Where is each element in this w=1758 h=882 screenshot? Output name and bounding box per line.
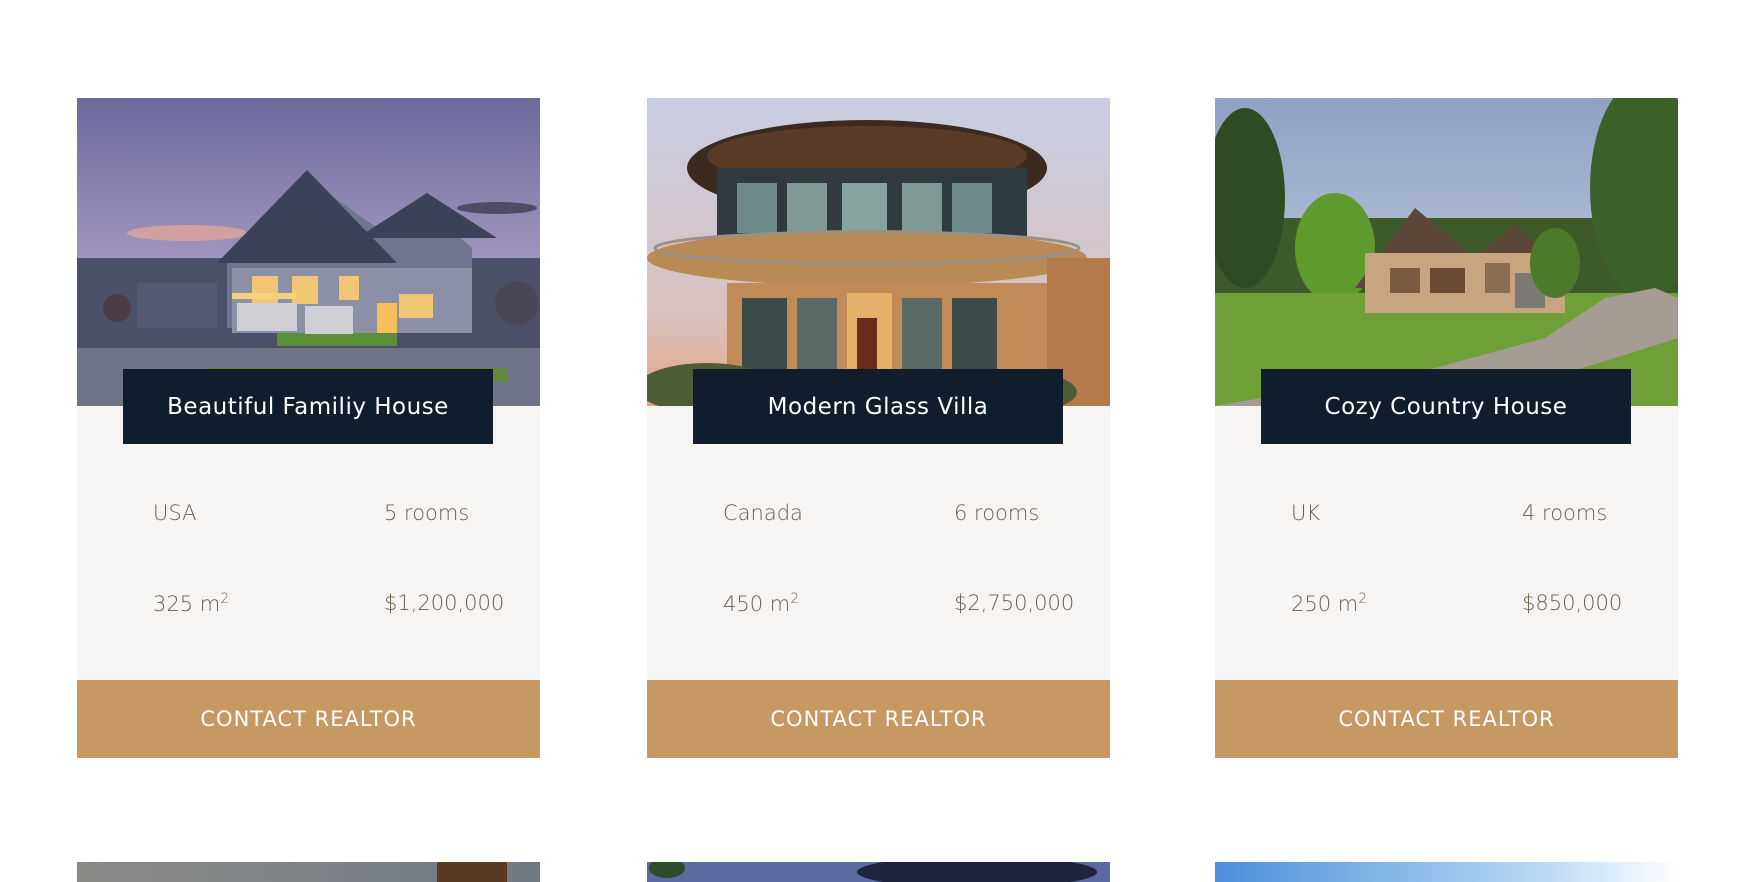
property-rooms: 6 rooms <box>954 501 1040 525</box>
property-area: 450 m2 <box>723 591 799 616</box>
property-photo-country-house <box>1215 98 1678 406</box>
property-country: Canada <box>723 501 803 525</box>
contact-realtor-button[interactable]: CONTACT REALTOR <box>77 680 540 758</box>
property-photo-glass-villa <box>647 98 1110 406</box>
property-photo-next-row <box>647 862 1110 882</box>
property-area: 325 m2 <box>153 591 229 616</box>
property-area-unit-exponent: 2 <box>1358 591 1368 607</box>
property-price: $2,750,000 <box>954 591 1075 615</box>
property-country: USA <box>153 501 197 525</box>
property-rooms: 5 rooms <box>384 501 470 525</box>
property-area-unit-exponent: 2 <box>790 591 800 607</box>
property-area-value: 325 m <box>153 592 221 616</box>
property-area-value: 250 m <box>1291 592 1359 616</box>
property-price: $850,000 <box>1522 591 1623 615</box>
contact-realtor-button[interactable]: CONTACT REALTOR <box>647 680 1110 758</box>
property-rooms: 4 rooms <box>1522 501 1608 525</box>
contact-realtor-button[interactable]: CONTACT REALTOR <box>1215 680 1678 758</box>
property-title: Beautiful Familiy House <box>123 369 493 444</box>
property-listing-page: Beautiful Familiy House USA 5 rooms 325 … <box>0 0 1758 882</box>
property-card: Cozy Country House UK 4 rooms 250 m2 $85… <box>1215 98 1678 758</box>
property-photo-next-row <box>77 862 540 882</box>
property-title: Modern Glass Villa <box>693 369 1063 444</box>
property-title: Cozy Country House <box>1261 369 1631 444</box>
property-price: $1,200,000 <box>384 591 505 615</box>
property-photo-family-house <box>77 98 540 406</box>
property-area: 250 m2 <box>1291 591 1367 616</box>
property-card: Modern Glass Villa Canada 6 rooms 450 m2… <box>647 98 1110 758</box>
property-card: Beautiful Familiy House USA 5 rooms 325 … <box>77 98 540 758</box>
property-photo-next-row <box>1215 862 1678 882</box>
property-country: UK <box>1291 501 1321 525</box>
property-area-value: 450 m <box>723 592 791 616</box>
property-area-unit-exponent: 2 <box>220 591 230 607</box>
